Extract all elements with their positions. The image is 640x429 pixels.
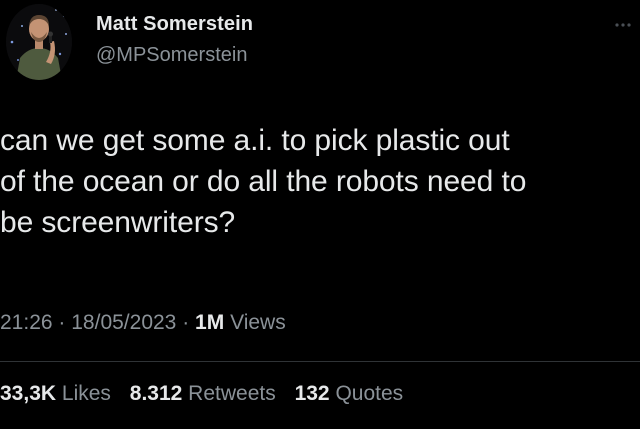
likes-stat[interactable]: 33,3K Likes xyxy=(0,382,111,406)
quotes-stat[interactable]: 132 Quotes xyxy=(295,382,404,406)
author-name[interactable]: Matt Somerstein xyxy=(96,13,253,36)
avatar[interactable] xyxy=(6,4,72,80)
views-label: Views xyxy=(230,311,286,334)
divider xyxy=(0,361,640,362)
likes-count: 33,3K xyxy=(0,382,57,405)
retweets-label: Retweets xyxy=(188,382,276,405)
author-handle[interactable]: @MPSomerstein xyxy=(96,44,247,67)
meta-separator: · xyxy=(58,311,66,334)
tweet-text-line: can we get some a.i. to pick plastic out xyxy=(0,124,510,157)
quotes-count: 132 xyxy=(294,382,330,405)
retweets-stat[interactable]: 8.312 Retweets xyxy=(130,382,276,406)
profile-photo-icon xyxy=(6,4,72,80)
quotes-label: Quotes xyxy=(335,382,404,405)
meta-separator: · xyxy=(182,311,190,334)
likes-label: Likes xyxy=(61,382,111,405)
tweet-date[interactable]: 18/05/2023 xyxy=(71,311,176,334)
tweet-text-line: of the ocean or do all the robots need t… xyxy=(0,165,527,198)
tweet-text-line: be screenwriters? xyxy=(0,206,236,239)
more-options-icon[interactable] xyxy=(611,20,635,30)
retweets-count: 8.312 xyxy=(129,382,183,405)
tweet-time[interactable]: 21:26 xyxy=(0,311,53,334)
views-count: 1M xyxy=(195,311,225,334)
tweet-header: Matt Somerstein @MPSomerstein xyxy=(0,0,640,90)
tweet-text: can we get some a.i. to pick plastic out… xyxy=(0,120,640,243)
tweet-meta: 21:26 · 18/05/2023 · 1M Views xyxy=(0,311,286,335)
tweet-stats: 33,3K Likes 8.312 Retweets 132 Quotes xyxy=(0,382,416,406)
